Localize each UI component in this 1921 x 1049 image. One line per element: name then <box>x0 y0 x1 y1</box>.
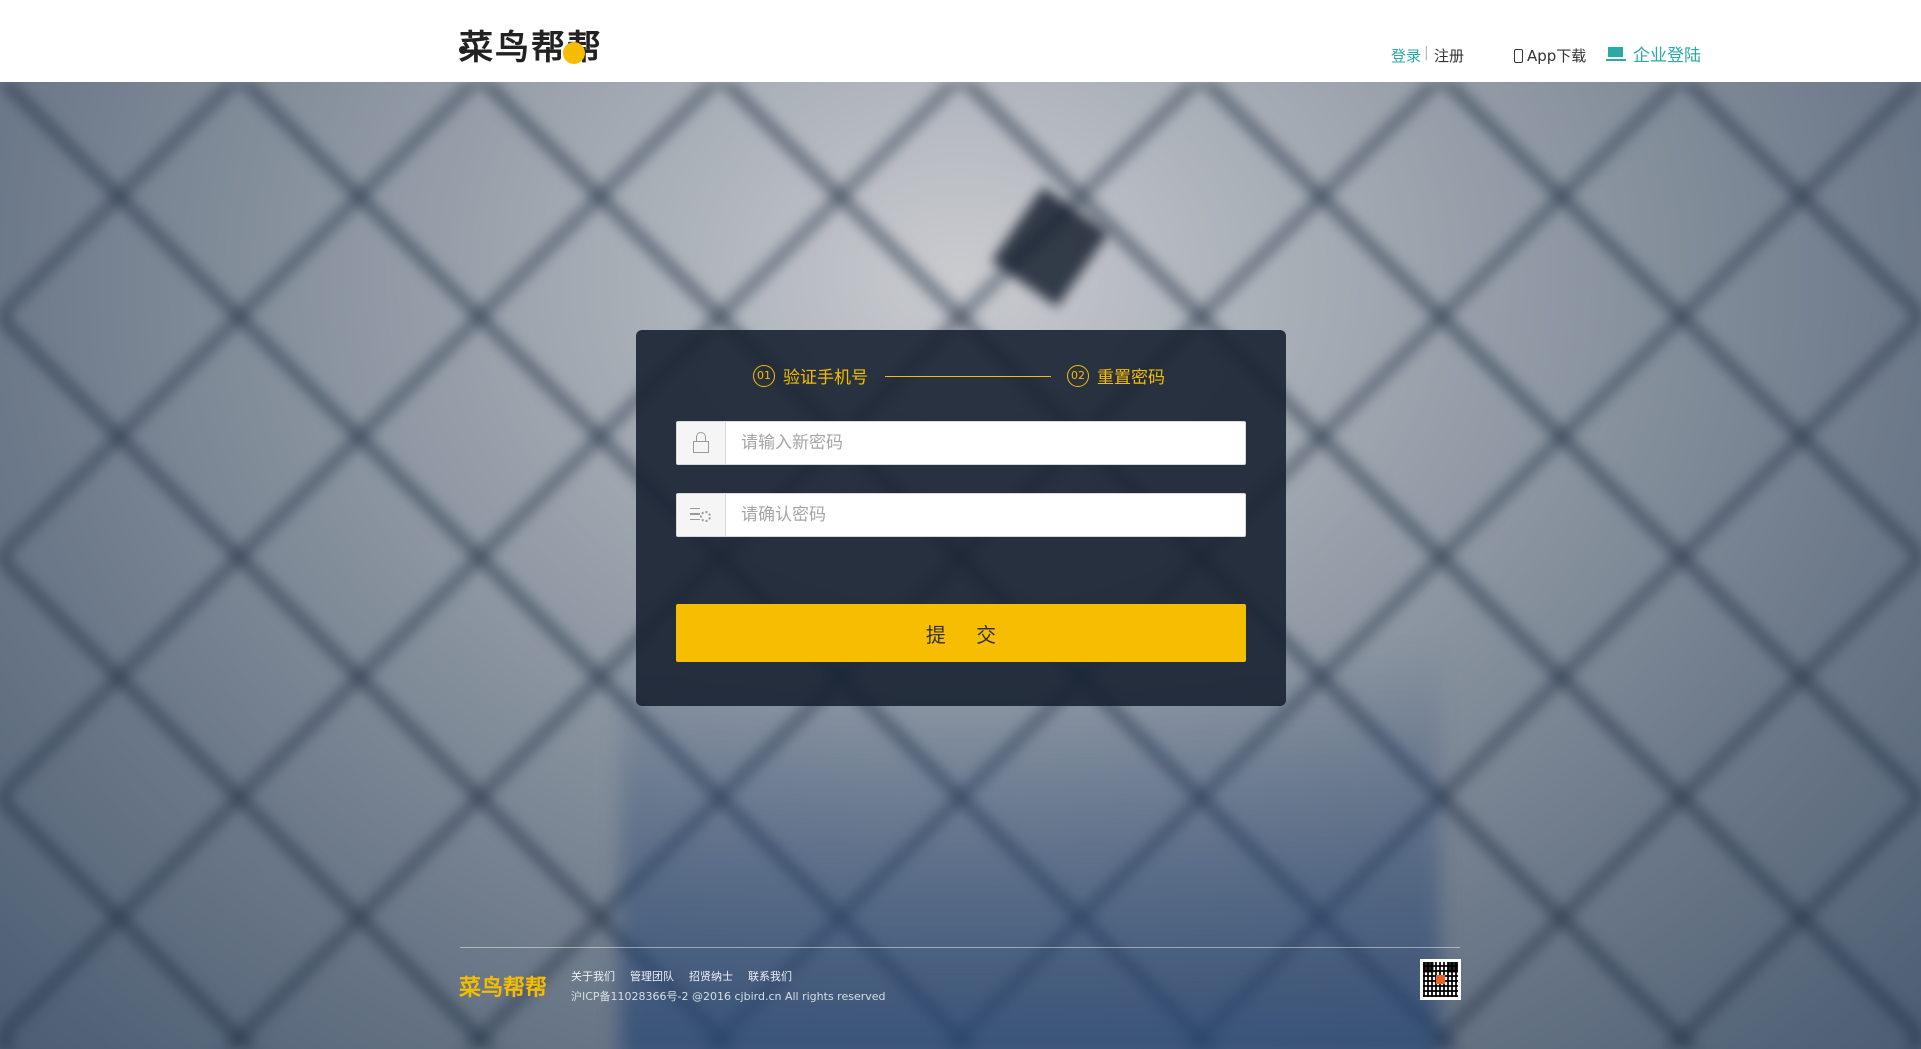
footer-links: 关于我们 管理团队 招贤纳士 联系我们 <box>571 968 792 984</box>
lock-icon <box>677 422 726 464</box>
step-2-label: 重置密码 <box>1097 368 1165 388</box>
new-password-input[interactable] <box>727 422 1242 464</box>
copyright-text: 沪ICP备11028366号-2 @2016 cjbird.cn All rig… <box>571 990 886 1003</box>
laptop-icon <box>1606 46 1626 61</box>
step-1-label: 验证手机号 <box>783 368 868 388</box>
app-download-label: App下载 <box>1527 47 1587 65</box>
footer-divider <box>460 947 1460 948</box>
nav-separator: | <box>1424 45 1429 61</box>
confirm-password-input[interactable] <box>727 494 1242 536</box>
step-2-number: 02 <box>1067 365 1089 387</box>
step-connector <box>885 376 1051 377</box>
app-download-link[interactable]: App下载 <box>1514 45 1586 66</box>
reset-password-panel: 01 验证手机号 02 重置密码 提 交 <box>636 330 1286 706</box>
submit-button[interactable]: 提 交 <box>676 604 1246 662</box>
brand-logo[interactable]: 菜鸟帮帮 <box>459 18 601 68</box>
step-indicator: 01 验证手机号 02 重置密码 <box>753 362 1173 392</box>
top-bar: 菜鸟帮帮 登录 | 注册 App下载 企业登陆 <box>0 0 1921 82</box>
footer-logo: 菜鸟帮帮 <box>459 976 548 1001</box>
footer-link-team[interactable]: 管理团队 <box>630 968 674 984</box>
footer-link-contact[interactable]: 联系我们 <box>748 968 792 984</box>
phone-icon <box>1514 48 1523 63</box>
footer-link-about[interactable]: 关于我们 <box>571 968 615 984</box>
step-1-number: 01 <box>753 365 775 387</box>
settings-icon <box>677 494 726 536</box>
enterprise-login-label: 企业登陆 <box>1633 46 1701 66</box>
logo-ball-icon <box>563 42 585 64</box>
confirm-password-field <box>676 493 1246 537</box>
qr-code-icon <box>1420 959 1461 1000</box>
login-link[interactable]: 登录 <box>1391 45 1421 66</box>
enterprise-login-link[interactable]: 企业登陆 <box>1606 41 1701 66</box>
new-password-field <box>676 421 1246 465</box>
register-link[interactable]: 注册 <box>1434 45 1464 66</box>
footer-link-careers[interactable]: 招贤纳士 <box>689 968 733 984</box>
logo-dot-icon <box>459 46 467 54</box>
